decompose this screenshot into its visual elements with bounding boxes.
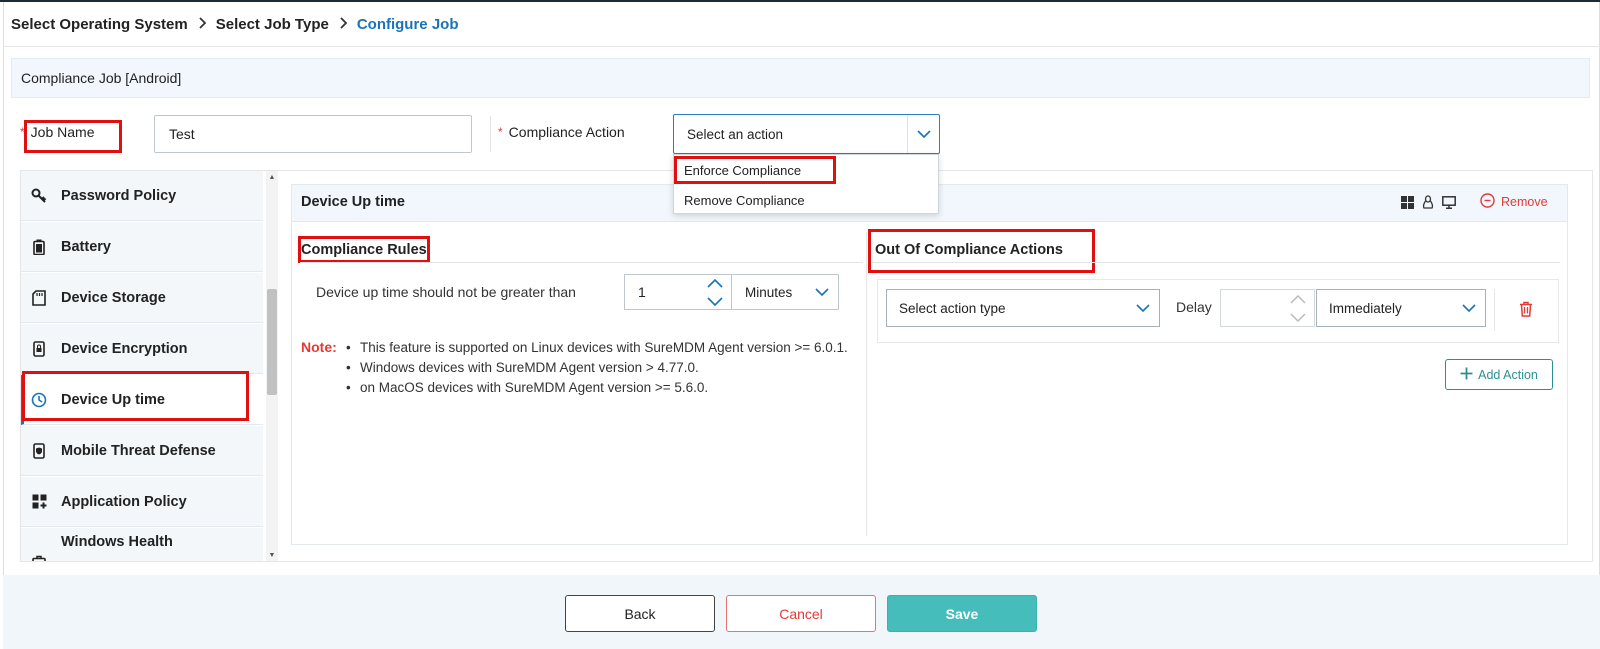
sidebar: Password Policy Battery Device Storage D… — [21, 171, 263, 561]
remove-label: Remove — [1501, 195, 1548, 209]
linux-icon — [1422, 195, 1434, 212]
sidebar-item-password-policy[interactable]: Password Policy — [21, 171, 263, 221]
note-item: This feature is supported on Linux devic… — [346, 338, 866, 358]
sidebar-item-device-encryption[interactable]: Device Encryption — [21, 324, 263, 374]
divider — [1494, 289, 1495, 331]
apps-grid-icon — [31, 494, 47, 510]
chevron-down-icon[interactable] — [707, 293, 723, 309]
back-button[interactable]: Back — [565, 595, 715, 632]
note-item: Windows devices with SureMDM Agent versi… — [346, 358, 866, 378]
chevron-down-icon — [907, 115, 939, 153]
compliance-action-label-text: Compliance Action — [508, 124, 625, 140]
note-list: This feature is supported on Linux devic… — [346, 338, 866, 398]
plus-icon — [1460, 367, 1473, 383]
uptime-unit: Minutes — [745, 284, 793, 300]
highlight-box — [868, 229, 1095, 273]
breadcrumb: Select Operating System Select Job Type … — [11, 14, 459, 34]
cancel-button[interactable]: Cancel — [726, 595, 876, 632]
add-action-label: Add Action — [1478, 367, 1538, 382]
chevron-down-icon — [1453, 290, 1485, 326]
medical-kit-icon — [31, 554, 47, 561]
sidebar-item-label: Application Policy — [61, 493, 187, 510]
chevron-up-icon[interactable] — [1290, 291, 1306, 307]
uptime-unit-select[interactable]: Minutes — [731, 274, 839, 310]
key-icon — [31, 188, 47, 204]
job-title: Compliance Job [Android] — [21, 70, 182, 86]
delay-stepper[interactable] — [1284, 292, 1312, 324]
chevron-right-icon — [198, 16, 207, 33]
breadcrumb-step-os[interactable]: Select Operating System — [11, 16, 188, 33]
sidebar-item-battery[interactable]: Battery — [21, 222, 263, 272]
breadcrumb-step-configure: Configure Job — [356, 15, 459, 33]
compliance-action-select[interactable]: Select an action — [673, 114, 940, 154]
column-divider — [866, 232, 867, 536]
sidebar-item-mobile-threat-defense[interactable]: Mobile Threat Defense — [21, 426, 263, 476]
monitor-icon — [1442, 195, 1456, 212]
sidebar-item-label: Mobile Threat Defense — [61, 442, 216, 459]
minus-circle-icon — [1480, 193, 1495, 211]
highlight-box — [298, 236, 430, 263]
sidebar-item-label: Device Encryption — [61, 340, 188, 357]
note-label: Note: — [301, 339, 337, 355]
highlight-box — [674, 156, 836, 184]
delay-unit: Immediately — [1329, 300, 1402, 316]
scrollbar-thumb[interactable] — [267, 289, 277, 395]
chevron-down-icon — [806, 275, 838, 309]
delete-action-button[interactable] — [1519, 301, 1533, 320]
dropdown-option-remove[interactable]: Remove Compliance — [674, 185, 938, 215]
trash-icon — [1519, 301, 1533, 320]
remove-button[interactable]: Remove — [1480, 193, 1548, 211]
chevron-down-icon — [1127, 290, 1159, 326]
chevron-right-icon — [339, 16, 348, 33]
rule-text: Device up time should not be greater tha… — [316, 284, 576, 300]
delay-unit-select[interactable]: Immediately — [1316, 289, 1486, 327]
windows-icon — [1401, 195, 1414, 212]
sd-card-icon — [31, 289, 47, 306]
highlight-box — [24, 120, 122, 153]
compliance-action-label: * Compliance Action — [498, 124, 625, 140]
uptime-value: 1 — [638, 284, 646, 300]
scroll-down-arrow-icon[interactable]: ▼ — [266, 549, 278, 561]
chevron-up-icon[interactable] — [707, 275, 723, 291]
breadcrumb-step-job-type[interactable]: Select Job Type — [216, 16, 329, 33]
action-type-select[interactable]: Select action type — [886, 289, 1160, 327]
sidebar-item-windows-health[interactable]: Windows Health — [21, 528, 263, 561]
sidebar-scrollbar[interactable]: ▲ ▼ — [266, 171, 278, 561]
sidebar-item-label: Windows Health — [61, 534, 173, 550]
sidebar-item-label: Password Policy — [61, 187, 177, 204]
required-mark: * — [498, 125, 503, 139]
divider — [300, 262, 863, 263]
os-icons — [1401, 195, 1456, 212]
job-name-input[interactable]: Test — [154, 115, 472, 153]
chevron-down-icon[interactable] — [1290, 309, 1306, 325]
scroll-up-arrow-icon[interactable]: ▲ — [266, 171, 278, 183]
uptime-stepper[interactable] — [700, 275, 730, 309]
job-header: Compliance Job [Android] — [11, 58, 1590, 98]
battery-icon — [31, 239, 47, 255]
phone-lock-icon — [31, 340, 47, 357]
save-button[interactable]: Save — [887, 595, 1037, 632]
compliance-action-placeholder: Select an action — [687, 126, 784, 142]
highlight-box — [22, 371, 249, 421]
sidebar-item-label: Device Storage — [61, 289, 166, 306]
add-action-button[interactable]: Add Action — [1445, 359, 1553, 390]
sidebar-item-device-storage[interactable]: Device Storage — [21, 273, 263, 323]
divider — [490, 116, 491, 152]
action-type-placeholder: Select action type — [899, 300, 1006, 316]
phone-shield-icon — [31, 442, 47, 459]
job-name-value: Test — [169, 126, 195, 142]
delay-label: Delay — [1176, 299, 1212, 315]
content-title: Device Up time — [301, 194, 405, 210]
note-item: on MacOS devices with SureMDM Agent vers… — [346, 378, 866, 398]
sidebar-item-label: Battery — [61, 238, 111, 255]
sidebar-item-application-policy[interactable]: Application Policy — [21, 477, 263, 527]
divider — [872, 262, 1560, 263]
divider — [3, 46, 1600, 47]
